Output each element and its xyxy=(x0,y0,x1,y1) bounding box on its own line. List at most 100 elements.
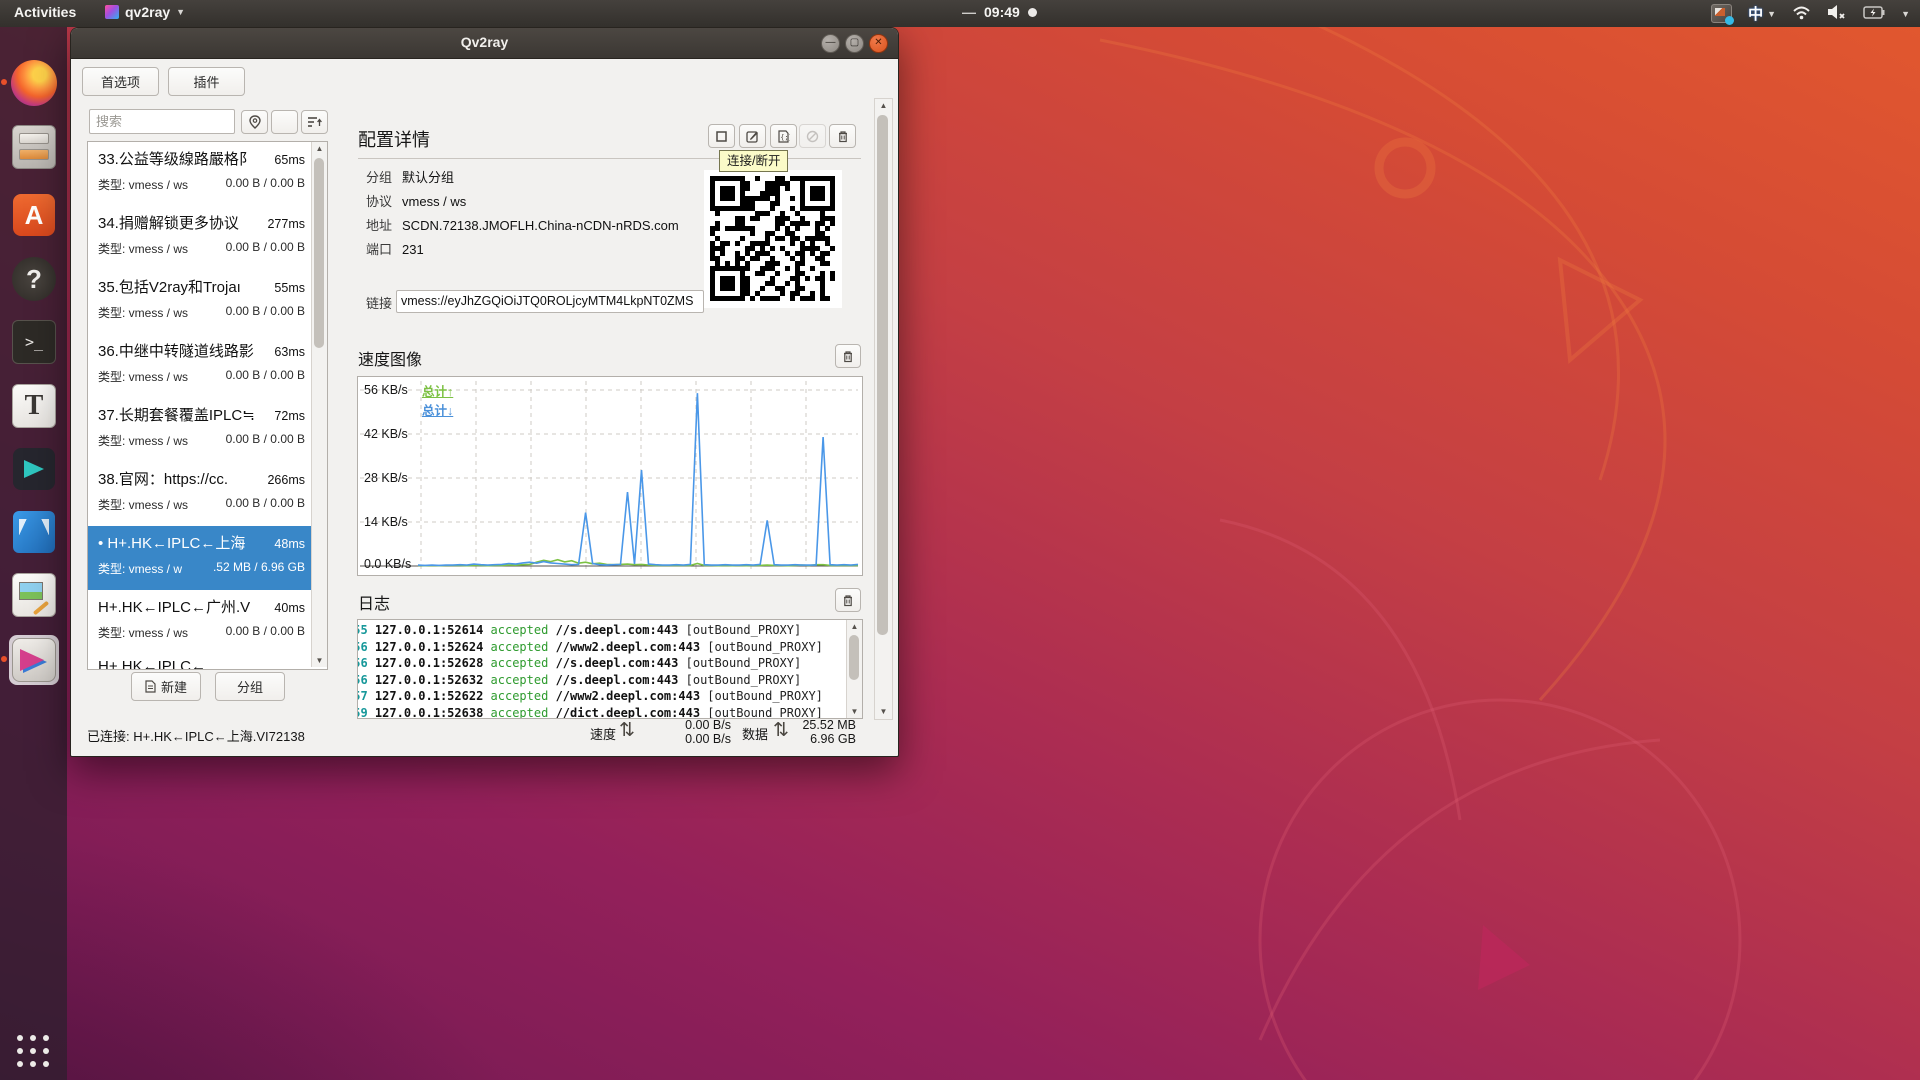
y-tick-0: 0.0 KB/s xyxy=(364,557,416,571)
app-menu-label: qv2ray xyxy=(125,4,170,20)
help-icon: ? xyxy=(12,257,56,301)
details-title: 配置详情 xyxy=(358,126,430,152)
dock-item-terminal[interactable]: >_ xyxy=(9,317,59,367)
dock: A ? >_ T xyxy=(0,27,67,1080)
legend-download[interactable]: 总计↓ xyxy=(422,400,453,419)
input-method-indicator[interactable]: 中 ▼ xyxy=(1748,3,1776,24)
log-line: :59 127.0.0.1:52638 accepted //dict.deep… xyxy=(357,705,846,720)
dock-item-file-cabinet[interactable] xyxy=(9,122,59,172)
y-tick-56: 56 KB/s xyxy=(364,383,416,397)
plugins-button[interactable]: 插件 xyxy=(168,67,245,96)
connect-disconnect-button[interactable] xyxy=(708,124,735,148)
server-list-item[interactable]: 36.中继中转隧道线路影63ms类型: vmess / ws0.00 B / 0… xyxy=(88,334,327,398)
dock-item-firefox[interactable] xyxy=(9,58,59,108)
data-label: 数据 xyxy=(742,724,768,743)
dock-item-vscode[interactable] xyxy=(9,507,59,557)
svg-text:{;}: {;} xyxy=(780,133,790,141)
clock[interactable]: — 09:49 xyxy=(962,4,1037,20)
dock-item-image-editor[interactable] xyxy=(9,570,59,620)
server-list-item[interactable]: 34.捐赠解锁更多协议277ms类型: vmess / ws0.00 B / 0… xyxy=(88,206,327,270)
server-list-item[interactable]: H+.HK←IPLC← xyxy=(88,654,327,669)
qv2ray-tray-icon[interactable] xyxy=(1711,4,1732,23)
qr-code xyxy=(704,170,842,308)
edit-json-button[interactable]: {;} xyxy=(770,124,797,148)
running-indicator xyxy=(1,79,7,85)
share-link-input[interactable]: vmess://eyJhZGQiOiJTQ0ROLjcyMTM4LkpNT0ZM… xyxy=(396,290,704,313)
location-pin-button[interactable] xyxy=(241,110,268,134)
show-applications-button[interactable] xyxy=(17,1035,51,1069)
dock-item-ubuntu-software[interactable]: A xyxy=(9,190,59,240)
speed-label: 速度 xyxy=(590,724,616,743)
new-document-icon xyxy=(145,680,156,693)
chevron-down-icon: ▼ xyxy=(176,7,185,17)
dock-item-text-editor[interactable]: T xyxy=(9,381,59,431)
minimize-button[interactable]: — xyxy=(821,34,840,53)
window-scrollbar[interactable]: ▲ ▼ xyxy=(874,98,893,720)
server-list-item[interactable]: H+.HK←IPLC←广州.V40ms类型: vmess / ws0.00 B … xyxy=(88,590,327,654)
scrollbar-thumb[interactable] xyxy=(849,635,859,680)
clear-log-button[interactable] xyxy=(835,588,861,612)
battery-icon[interactable] xyxy=(1863,6,1885,22)
scrollbar-thumb[interactable] xyxy=(877,115,888,635)
window-titlebar[interactable]: Qv2ray — ▢ ✕ xyxy=(71,28,898,59)
scroll-down-arrow[interactable]: ▼ xyxy=(312,654,327,667)
qv2ray-window: Qv2ray — ▢ ✕ 首选项 插件 33.公益等级線路嚴格阝65ms类型: … xyxy=(70,27,899,757)
firefox-icon xyxy=(11,60,57,106)
desktop: Activities qv2ray ▼ — 09:49 中 ▼ xyxy=(0,0,1920,1080)
server-list-item[interactable]: 37.长期套餐覆盖IPLC≒72ms类型: vmess / ws0.00 B /… xyxy=(88,398,327,462)
server-list-scrollbar[interactable]: ▲ ▼ xyxy=(311,142,327,667)
send-arrow-icon xyxy=(13,448,55,490)
log-line: :55 127.0.0.1:52614 accepted //s.deepl.c… xyxy=(357,622,846,639)
server-list-item[interactable]: 38.官网：https://cc.266ms类型: vmess / ws0.00… xyxy=(88,462,327,526)
activities-button[interactable]: Activities xyxy=(14,4,76,20)
clock-time: 09:49 xyxy=(984,4,1020,20)
system-tray: 中 ▼ ▼ xyxy=(1711,0,1910,27)
field-link-label: 链接 xyxy=(366,293,392,312)
qv2ray-dock-icon xyxy=(12,638,56,682)
scrollbar-thumb[interactable] xyxy=(314,158,324,348)
close-button[interactable]: ✕ xyxy=(869,34,888,53)
image-editor-icon xyxy=(12,573,56,617)
volume-muted-icon[interactable] xyxy=(1827,4,1847,23)
connect-tooltip: 连接/断开 xyxy=(719,150,788,172)
group-button[interactable]: 分组 xyxy=(215,672,285,701)
scroll-down-arrow[interactable]: ▼ xyxy=(847,705,862,718)
test-latency-button[interactable] xyxy=(799,124,826,148)
delete-config-button[interactable] xyxy=(829,124,856,148)
log-box[interactable]: :55 127.0.0.1:52614 accepted //s.deepl.c… xyxy=(357,619,863,719)
scroll-up-arrow[interactable]: ▲ xyxy=(312,142,327,155)
legend-upload[interactable]: 总计↑ xyxy=(422,381,453,400)
server-list-item[interactable]: 35.包括V2ray和Trojaı55ms类型: vmess / ws0.00 … xyxy=(88,270,327,334)
qv2ray-app-icon xyxy=(105,5,119,19)
dock-item-qv2ray[interactable] xyxy=(9,635,59,685)
scroll-up-arrow[interactable]: ▲ xyxy=(847,620,862,633)
window-title: Qv2ray xyxy=(71,34,898,50)
scroll-up-arrow[interactable]: ▲ xyxy=(875,99,892,113)
data-values: 25.52 MB6.96 GB xyxy=(771,718,856,746)
log-line: :56 127.0.0.1:52624 accepted //www2.deep… xyxy=(357,639,846,656)
search-input[interactable] xyxy=(89,109,235,134)
new-config-button[interactable]: 新建 xyxy=(131,672,201,701)
log-scrollbar[interactable]: ▲ ▼ xyxy=(846,620,862,718)
server-list[interactable]: 33.公益等级線路嚴格阝65ms类型: vmess / ws0.00 B / 0… xyxy=(87,141,328,670)
chevron-down-icon[interactable]: ▼ xyxy=(1901,9,1910,19)
edit-config-button[interactable] xyxy=(739,124,766,148)
server-list-item[interactable]: • H+.HK←IPLC←上海48ms类型: vmess / w.52 MB /… xyxy=(88,526,327,590)
text-editor-icon: T xyxy=(12,384,56,428)
sort-button[interactable] xyxy=(301,110,328,134)
vscode-icon xyxy=(13,511,55,553)
y-tick-14: 14 KB/s xyxy=(364,515,416,529)
chevron-down-icon: ▼ xyxy=(1767,9,1776,19)
server-list-item[interactable]: 33.公益等级線路嚴格阝65ms类型: vmess / ws0.00 B / 0… xyxy=(88,142,327,206)
app-menu[interactable]: qv2ray ▼ xyxy=(105,4,185,20)
blank-filter-button[interactable] xyxy=(271,110,298,134)
maximize-button[interactable]: ▢ xyxy=(845,34,864,53)
scroll-down-arrow[interactable]: ▼ xyxy=(875,705,892,719)
dock-item-help[interactable]: ? xyxy=(9,254,59,304)
wifi-icon[interactable] xyxy=(1792,5,1811,23)
log-line: :57 127.0.0.1:52622 accepted //www2.deep… xyxy=(357,688,846,705)
dock-item-send-app[interactable] xyxy=(9,444,59,494)
clear-graph-button[interactable] xyxy=(835,344,861,368)
preferences-button[interactable]: 首选项 xyxy=(82,67,159,96)
speed-chart: 56 KB/s 42 KB/s 28 KB/s 14 KB/s 0.0 KB/s… xyxy=(357,376,863,576)
